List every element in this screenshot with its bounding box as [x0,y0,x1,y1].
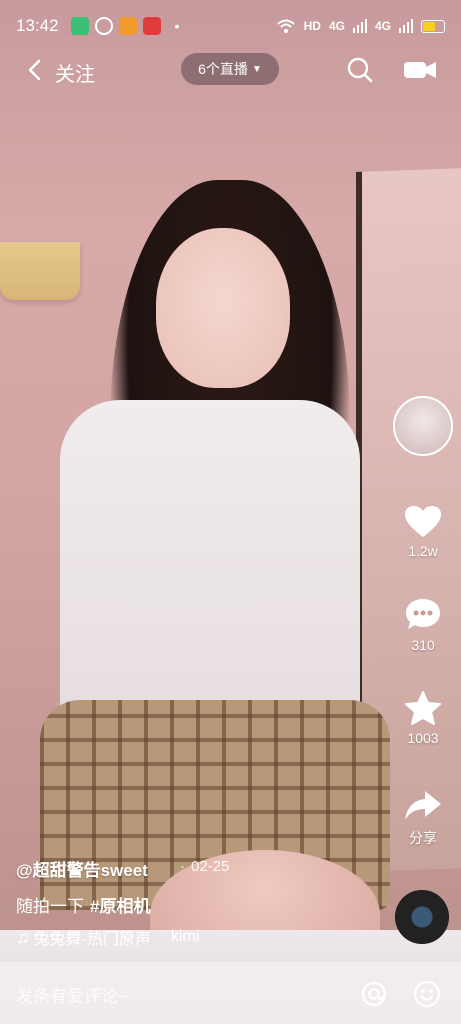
follow-tab[interactable]: 关注 [55,58,95,87]
emoji-icon[interactable] [412,979,442,1009]
music-artist: kimi [170,928,200,945]
post-date: 02-25 [191,858,230,875]
signal-bars-2-icon [399,19,413,33]
signal-2-label: 4G [374,19,391,33]
music-note-icon: ♫ [16,926,30,947]
camera-icon[interactable] [402,58,438,82]
share-arrow-icon [396,788,450,824]
app-orange-icon [118,17,137,35]
music-info[interactable]: ♫ 兔兔舞-热门原声 kimi [16,925,199,949]
figure-face [156,228,290,388]
signal-bars-icon [352,19,367,33]
live-count-label: 6个直播 [198,61,248,77]
caret-down-icon: ▼ [251,63,262,75]
top-nav: 关注 6个直播 ▼ [0,50,461,90]
heart-icon [396,505,450,539]
figure-top [60,400,360,730]
share-label: 分享 [409,830,437,846]
star-icon [396,690,450,726]
hashtag-link[interactable]: #原相机 [90,897,150,916]
post-caption: 随拍一下 #原相机 [16,892,150,917]
like-count: 1.2w [408,543,438,559]
share-button[interactable]: 分享 [396,788,450,848]
wifi-icon [276,19,295,33]
like-button[interactable]: 1.2w [396,505,450,559]
favorite-button[interactable]: 1003 [396,690,450,746]
wechat-icon [94,17,113,35]
favorite-count: 1003 [407,730,439,746]
at-mention-icon[interactable] [360,980,388,1008]
status-dot: • [174,18,180,34]
date-separator: · [180,858,185,875]
author-avatar[interactable] [393,396,453,456]
status-bar: 13:42 • HD 4G 4G [0,0,461,52]
hd-label: HD [303,19,321,33]
search-icon[interactable] [346,56,374,84]
app-shield-icon [70,17,89,35]
status-time: 13:42 [16,16,59,35]
signal-1-label: 4G [328,19,345,33]
back-chevron-icon[interactable] [22,56,50,84]
caption-text: 随拍一下 [16,897,84,916]
post-date-wrap: · 02-25 [180,858,229,875]
battery-icon [421,19,445,33]
comment-bubble-icon [396,597,450,633]
wall-shelf [0,242,80,300]
music-disc-icon[interactable] [395,890,449,944]
comment-count: 310 [411,637,435,653]
comment-bar: 发条有爱评论~ [0,962,461,1024]
comment-input[interactable]: 发条有爱评论~ [16,982,128,1007]
author-name[interactable]: @超甜警告sweet [16,856,148,881]
comment-button[interactable]: 310 [396,597,450,653]
live-count-pill[interactable]: 6个直播 ▼ [181,53,279,85]
music-title: 兔兔舞-热门原声 [33,931,151,948]
app-red-icon [142,17,161,35]
